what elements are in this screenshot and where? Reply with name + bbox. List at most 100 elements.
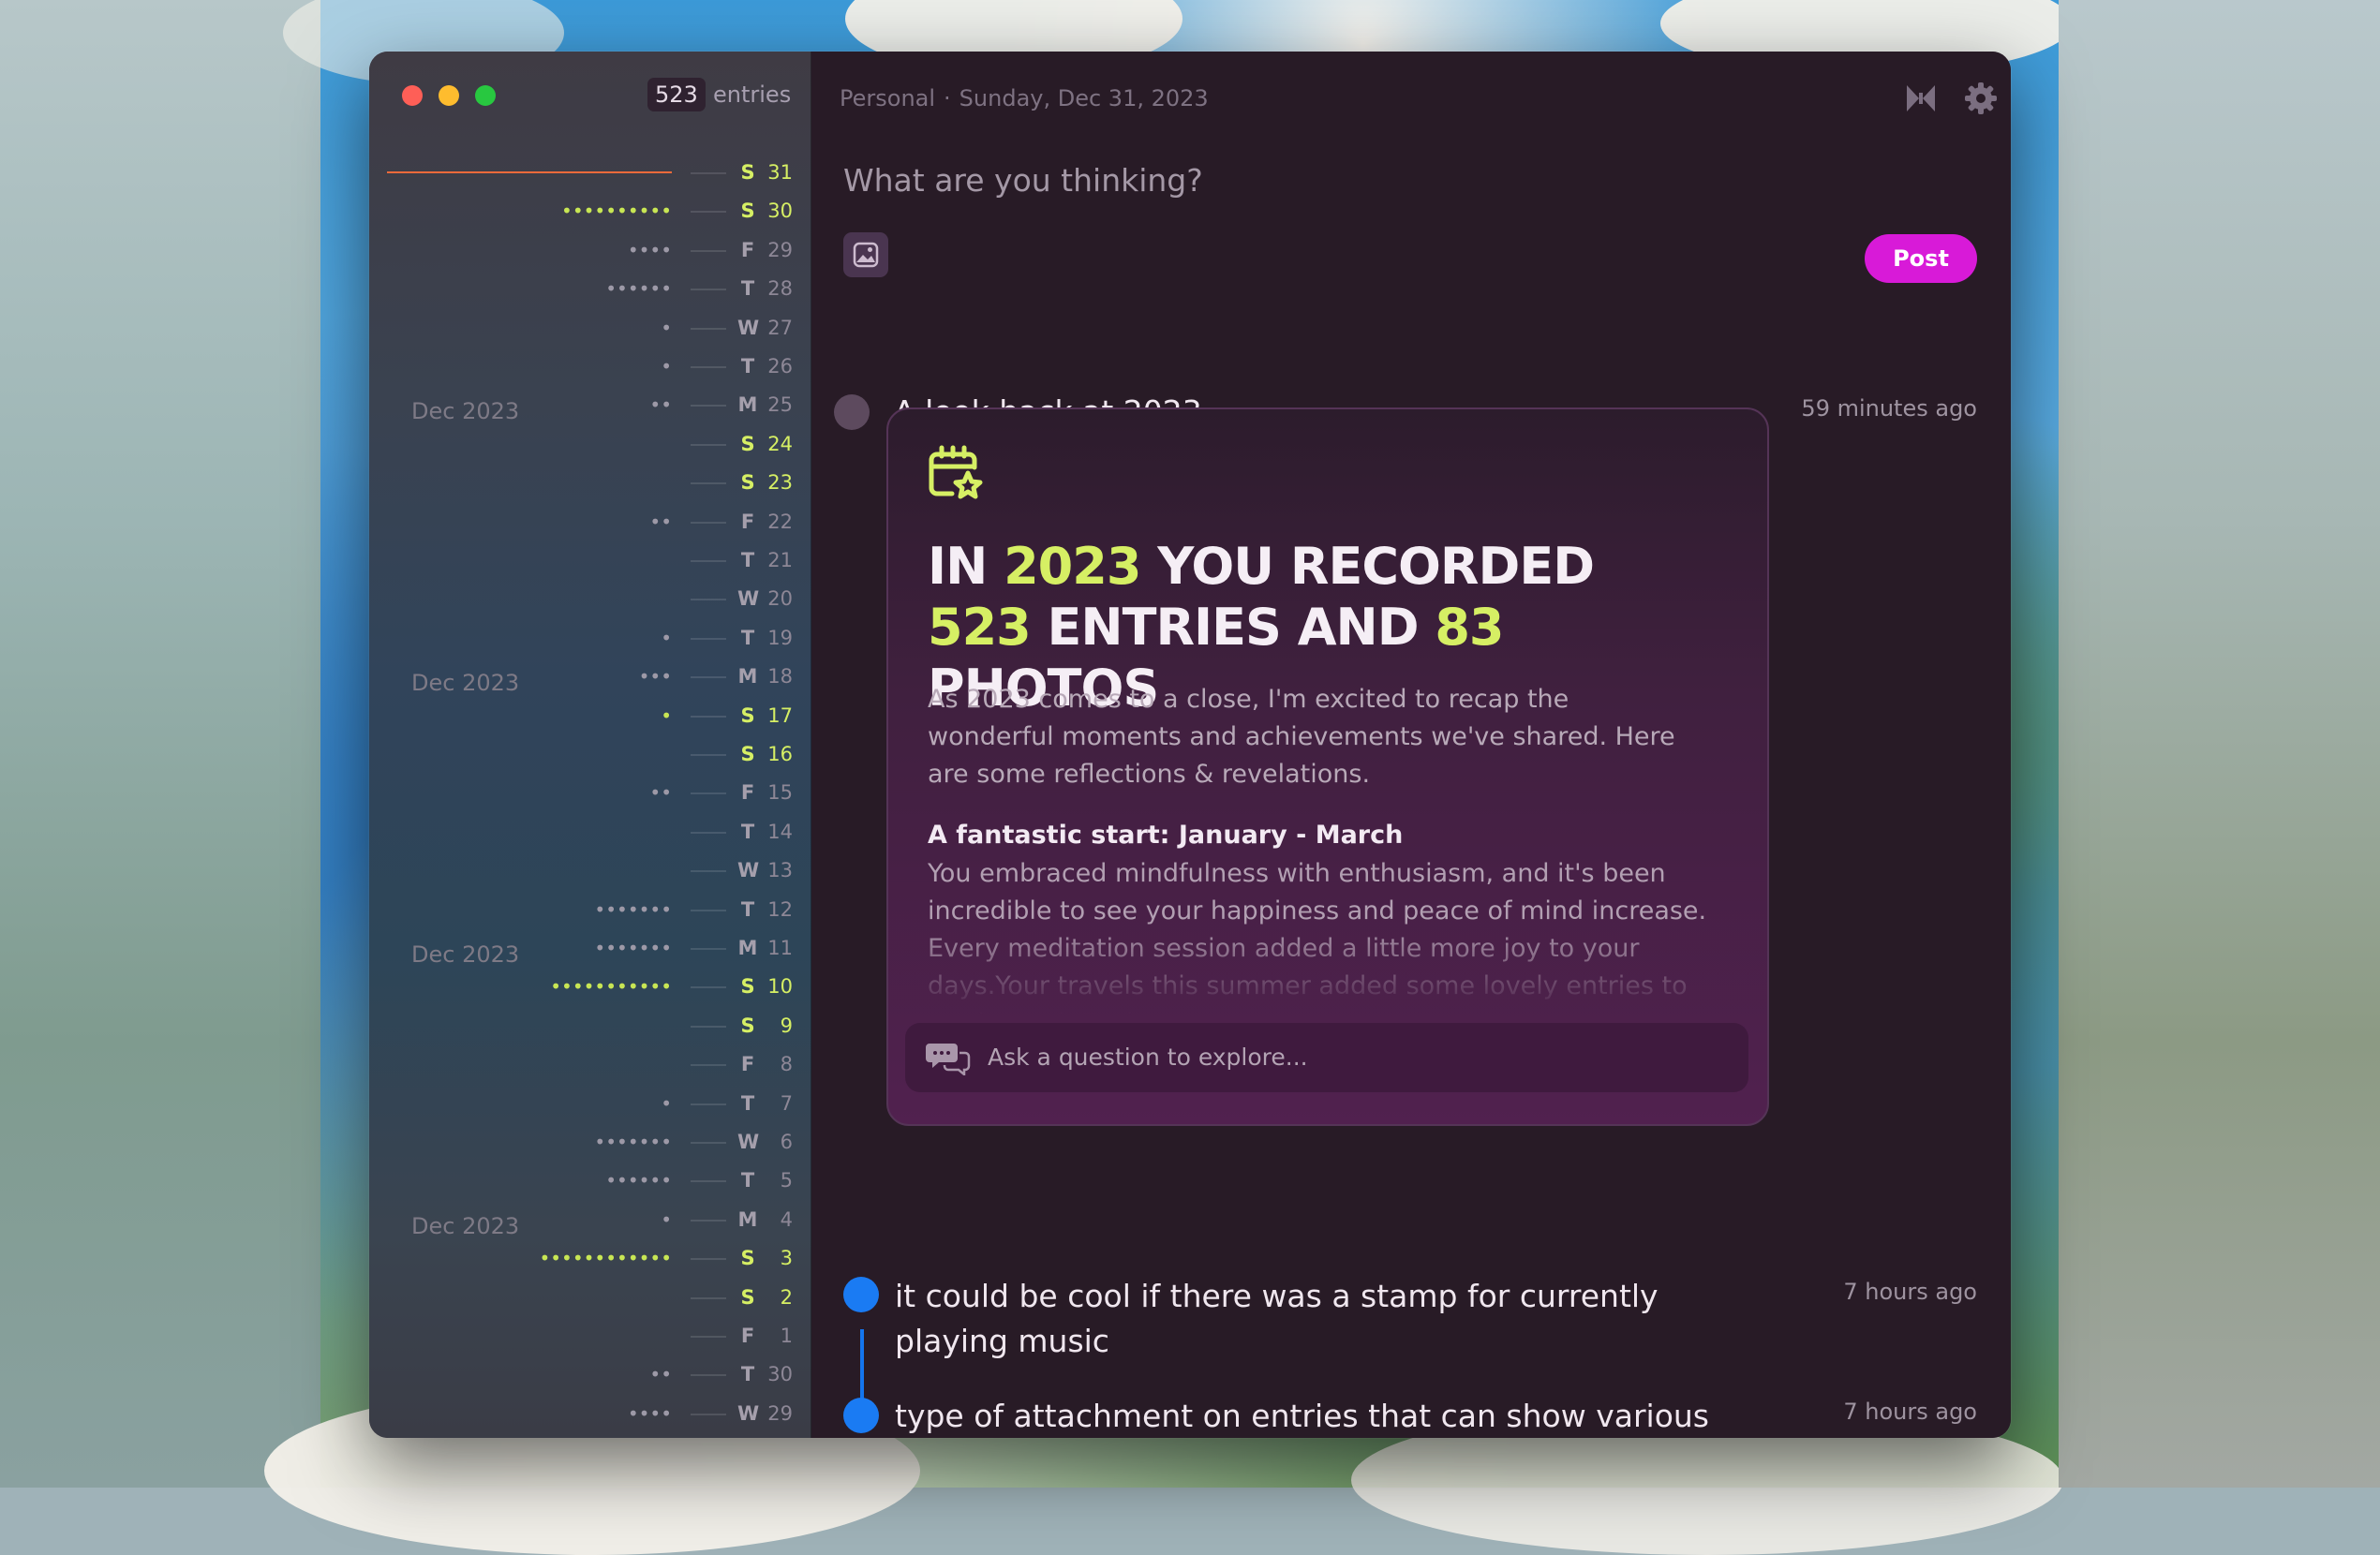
entry-dots: ••: [649, 781, 672, 805]
year-review-card[interactable]: IN 2023 YOU RECORDED 523 ENTRIES AND 83 P…: [886, 407, 1769, 1126]
entry-title[interactable]: type of attachment on entries that can s…: [895, 1394, 1757, 1438]
entries-count-badge: 523: [647, 78, 706, 111]
weekday-letter: W: [737, 1401, 760, 1425]
day-number: 29: [767, 238, 793, 261]
timeline-day-row[interactable]: T 21: [369, 541, 811, 579]
year-highlight: 2023: [1004, 537, 1141, 596]
add-image-button[interactable]: [843, 232, 888, 277]
day-number: 20: [767, 587, 793, 611]
timeline-day-row[interactable]: • T 7: [369, 1084, 811, 1122]
timeline-day-row[interactable]: •••••• T 5: [369, 1161, 811, 1199]
timeline-day-row[interactable]: ••••••••••• S 10: [369, 967, 811, 1005]
timeline-day-row[interactable]: F1: [369, 1316, 811, 1355]
breadcrumb: Personal · Sunday, Dec 31, 2023: [840, 81, 1209, 115]
timeline-day-row[interactable]: S 24: [369, 424, 811, 463]
timeline-tick: [691, 405, 726, 407]
weekday-letter: S: [740, 1247, 755, 1270]
entry-dot: [834, 394, 870, 430]
timeline-day-row[interactable]: • T 26: [369, 347, 811, 385]
zoom-window-button[interactable]: [475, 85, 496, 106]
day-number: 6: [780, 1131, 793, 1153]
weekday-letter: S: [740, 161, 755, 184]
timeline-tick: [691, 211, 726, 214]
minimize-window-button[interactable]: [439, 85, 459, 106]
timeline-day-row[interactable]: ••• M 18: [369, 657, 811, 695]
day-number: 3: [780, 1247, 793, 1270]
timeline-tick: [691, 986, 726, 989]
entries-highlight: 523: [928, 598, 1032, 657]
timeline-tick: [691, 289, 726, 291]
timeline-day-row[interactable]: ••••••• M 11: [369, 928, 811, 967]
timeline-day-row[interactable]: •• T 30: [369, 1355, 811, 1393]
weekday-letter: S: [740, 200, 755, 223]
timeline-day-row[interactable]: F8: [369, 1044, 811, 1083]
day-number: 11: [767, 937, 793, 959]
timeline-tick: [691, 482, 726, 485]
entry-time: 59 minutes ago: [1801, 395, 1977, 422]
timeline-day-row[interactable]: • S 17: [369, 696, 811, 734]
entry-title[interactable]: it could be cool if there was a stamp fo…: [895, 1274, 1757, 1364]
journal-name[interactable]: Personal: [840, 85, 935, 111]
timeline-day-row[interactable]: •••••••••••• S 3: [369, 1238, 811, 1277]
weekday-letter: T: [740, 820, 755, 843]
timeline-day-row[interactable]: •••• W 29: [369, 1394, 811, 1432]
timeline-day-row[interactable]: W 20: [369, 579, 811, 617]
timeline-day-row[interactable]: •••••• T 28: [369, 269, 811, 307]
entry-time: 7 hours ago: [1843, 1279, 1977, 1305]
timeline-day-row[interactable]: ••••••• T 12: [369, 890, 811, 928]
entry-dots: •: [661, 1091, 672, 1115]
bowtie-icon[interactable]: [1902, 80, 1940, 117]
entry-dots: •: [661, 1207, 672, 1231]
timeline-tick: [691, 676, 726, 679]
timeline-tick: [691, 366, 726, 368]
timeline-day-row[interactable]: •• M 25: [369, 385, 811, 423]
weekday-letter: W: [737, 1131, 760, 1153]
gear-icon[interactable]: [1962, 80, 2000, 117]
timeline-tick: [691, 327, 726, 330]
timeline-day-row[interactable]: T 14: [369, 812, 811, 851]
weekday-letter: T: [740, 1091, 755, 1115]
weekday-letter: F: [740, 1325, 755, 1347]
day-number: 22: [767, 510, 793, 533]
timeline-day-row[interactable]: • M 4: [369, 1200, 811, 1238]
timeline-day-row[interactable]: ••••••• W 6: [369, 1122, 811, 1161]
chat-bubbles-icon: [926, 1040, 971, 1077]
weekday-letter: S: [740, 471, 755, 495]
day-number: 24: [767, 432, 793, 455]
weekday-letter: F: [740, 781, 755, 805]
timeline-day-row[interactable]: • T 19: [369, 618, 811, 657]
timeline-day-row[interactable]: •• F 15: [369, 773, 811, 811]
timeline-tick: [691, 172, 726, 174]
composer-input[interactable]: What are you thinking?: [843, 162, 1203, 200]
day-number: 9: [780, 1014, 793, 1037]
timeline-day-row[interactable]: •••••••••• S 30: [369, 191, 811, 230]
timeline-day-row[interactable]: S 31: [369, 153, 811, 191]
ask-question-input[interactable]: Ask a question to explore...: [905, 1023, 1748, 1092]
entry-dots: ••••••: [605, 277, 672, 301]
timeline-day-row[interactable]: W 13: [369, 851, 811, 889]
day-number: 29: [767, 1401, 793, 1425]
entry-dots: •••••••••••: [550, 975, 672, 999]
timeline-day-row[interactable]: • W 27: [369, 308, 811, 347]
timeline-day-row[interactable]: S 16: [369, 734, 811, 773]
weekday-letter: M: [737, 665, 758, 689]
post-button[interactable]: Post: [1865, 234, 1977, 283]
timeline-day-row[interactable]: S2: [369, 1278, 811, 1316]
close-window-button[interactable]: [402, 85, 423, 106]
timeline-day-row[interactable]: •• F 22: [369, 502, 811, 541]
day-number: 4: [780, 1207, 793, 1231]
timeline-tick: [691, 715, 726, 718]
weekday-letter: F: [740, 510, 755, 533]
entry-dots: •••: [638, 665, 672, 689]
timeline-tick: [691, 1336, 726, 1338]
day-number: 23: [767, 471, 793, 495]
day-number: 14: [767, 820, 793, 843]
timeline-day-row[interactable]: S 23: [369, 463, 811, 501]
timeline-day-row[interactable]: S9: [369, 1006, 811, 1044]
weekday-letter: S: [740, 432, 755, 455]
day-number: 17: [767, 703, 793, 727]
timeline-tick: [691, 831, 726, 834]
blurred-wallpaper-left: [0, 0, 320, 1488]
timeline-day-row[interactable]: •••• F 29: [369, 230, 811, 269]
day-number: 13: [767, 859, 793, 882]
